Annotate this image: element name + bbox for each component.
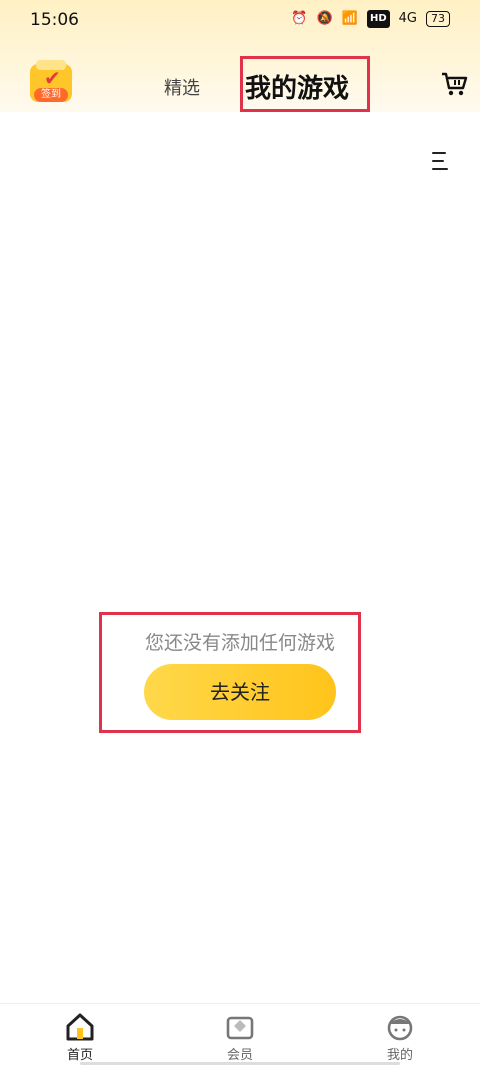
profile-icon [387, 1015, 413, 1041]
nav-vip-label: 会员 [226, 1048, 253, 1063]
home-indicator [80, 1062, 400, 1065]
highlight-box-tab [240, 56, 370, 112]
menu-icon[interactable] [432, 152, 452, 172]
nav-profile-label: 我的 [386, 1048, 413, 1063]
status-bar: 15:06 ⏰ 🔕 📶 HD 4G 73 [0, 0, 480, 42]
nav-profile[interactable]: 我的 [320, 1004, 480, 1067]
nav-home-label: 首页 [66, 1048, 93, 1063]
alarm-icon: ⏰ [291, 11, 308, 26]
signin-label: 签到 [34, 88, 68, 102]
tab-featured[interactable]: 精选 [164, 74, 200, 100]
status-icons: ⏰ 🔕 📶 HD 4G 73 [291, 10, 450, 28]
signin-button[interactable]: ✔ 签到 [30, 60, 74, 104]
highlight-box-empty [99, 612, 361, 733]
check-icon: ✔ [44, 66, 61, 90]
wifi-icon: 📶 [341, 11, 358, 26]
status-time: 15:06 [30, 10, 79, 30]
home-icon [66, 1013, 94, 1041]
battery-icon: 73 [426, 11, 450, 27]
network-label: 4G [398, 11, 417, 26]
nav-home[interactable]: 首页 [0, 1004, 160, 1067]
nav-vip[interactable]: 会员 [160, 1004, 320, 1067]
mute-icon: 🔕 [316, 11, 333, 26]
hd-badge: HD [366, 10, 390, 28]
vip-icon [226, 1016, 254, 1040]
bottom-nav: 首页 会员 我的 [0, 1003, 480, 1067]
cart-icon[interactable] [440, 70, 468, 98]
